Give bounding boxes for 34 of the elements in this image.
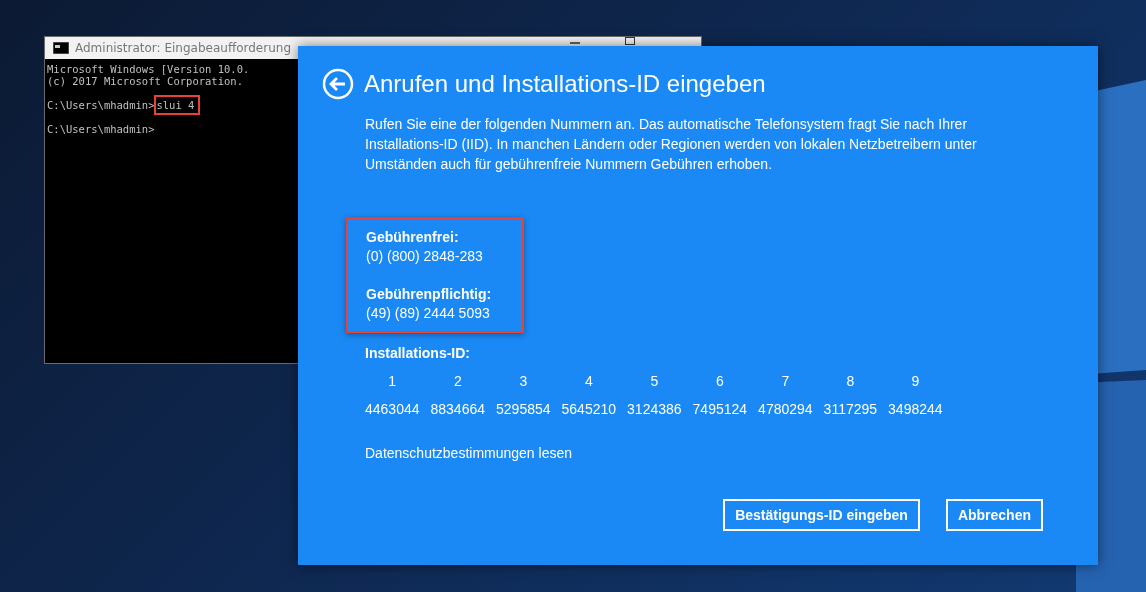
console-prompt: C:\Users\mhadmin> [47,123,155,135]
id-group: 3124386 [627,401,682,417]
group-number: 6 [714,373,725,389]
console-text: (c) 2017 Microsoft Corporation. [47,75,243,87]
group-number: 1 [387,373,398,389]
id-group: 3117295 [823,401,878,417]
group-number: 5 [649,373,660,389]
id-group: 3498244 [888,401,943,417]
confirm-button[interactable]: Bestätigungs-ID eingeben [723,499,920,531]
id-group: 4463044 [365,401,420,417]
group-number: 9 [910,373,921,389]
console-command: slui 4 [154,95,201,115]
description-text: Rufen Sie eine der folgenden Nummern an. Das automatische Telefonsystem fragt Sie nach Ihrer Installations-ID (IID). In manchen Ländern oder Regionen werden von lokalen Netzbetreibern unter Umständen auch für gebührenfreie Nummern Gebühren erhoben. [365,115,978,174]
id-group: 5645210 [561,401,617,417]
group-number: 4 [583,373,594,389]
id-group: 8834664 [430,401,486,417]
id-group: 7495124 [692,401,748,417]
phone-label: Gebührenpflichtig: [366,286,493,302]
phone-number: (0) (800) 2848-283 [366,248,484,264]
cancel-button[interactable]: Abbrechen [945,499,1043,531]
group-number: 8 [845,373,856,389]
phone-label: Gebührenfrei: [366,229,460,245]
group-number: 3 [518,373,529,389]
id-group: 5295854 [496,401,551,417]
phone-number: (49) (89) 2444 5093 [366,305,491,321]
window-title: Administrator: Eingabeaufforderung [75,41,291,55]
installation-id-label: Installations-ID: [365,345,471,361]
dialog-title: Anrufen und Installations-ID eingeben [364,70,766,98]
privacy-link[interactable]: Datenschutzbestimmungen lesen [365,445,572,461]
console-text: Microsoft Windows [Version 10.0. [47,63,250,75]
console-prompt: C:\Users\mhadmin> [47,99,155,111]
group-number: 7 [780,373,791,389]
id-group: 4780294 [758,401,813,417]
group-number: 2 [452,373,463,389]
